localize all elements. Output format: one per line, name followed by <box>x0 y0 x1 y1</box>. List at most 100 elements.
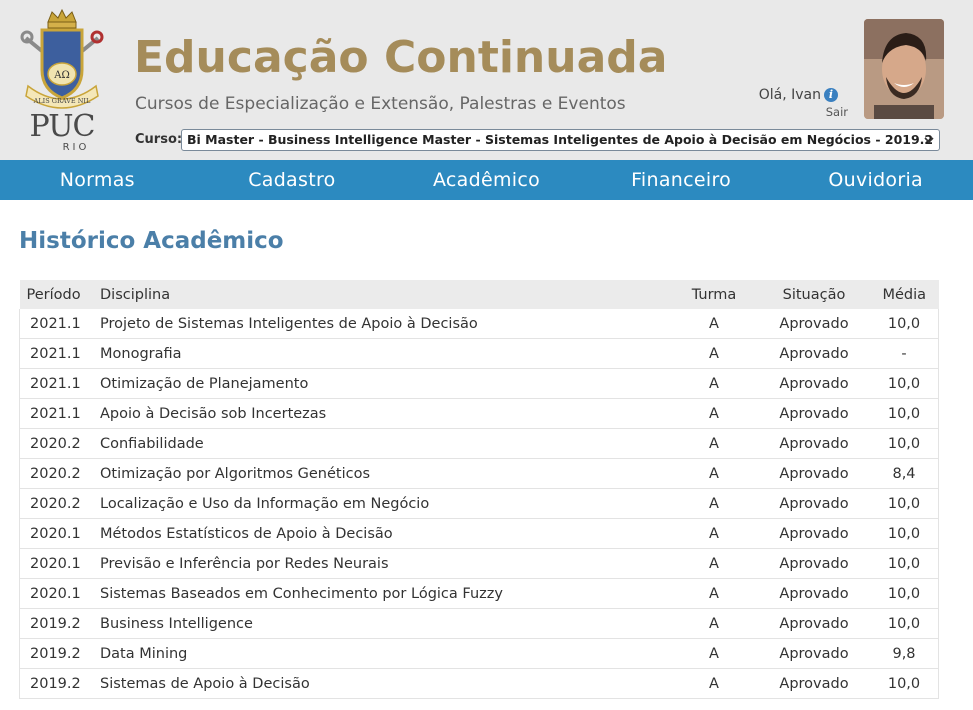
avatar <box>864 19 944 119</box>
cell-situacao: Aprovado <box>758 309 870 339</box>
course-select[interactable]: Bi Master - Business Intelligence Master… <box>181 129 940 151</box>
cell-situacao: Aprovado <box>758 338 870 369</box>
cell-turma: A <box>670 548 758 579</box>
nav-academico[interactable]: Acadêmico <box>389 160 584 200</box>
grades-body: 2021.1 Projeto de Sistemas Inteligentes d… <box>19 309 939 699</box>
cell-disciplina: Sistemas de Apoio à Decisão <box>100 668 670 699</box>
info-icon[interactable]: i <box>824 88 838 102</box>
cell-media: - <box>870 338 939 369</box>
cell-situacao: Aprovado <box>758 668 870 699</box>
puc-rio-logo[interactable]: AΩ ALIS GRAVE NIL PUC RIO <box>18 8 106 153</box>
logo-text: PUC <box>29 109 96 144</box>
cell-turma: A <box>670 398 758 429</box>
cell-situacao: Aprovado <box>758 428 870 459</box>
cell-disciplina: Métodos Estatísticos de Apoio à Decisão <box>100 518 670 549</box>
table-row: 2020.1 Previsão e Inferência por Redes Ne… <box>19 548 939 579</box>
cell-situacao: Aprovado <box>758 458 870 489</box>
table-row: 2021.1 Otimização de Planejamento A Aprovad… <box>19 368 939 399</box>
nav-cadastro[interactable]: Cadastro <box>195 160 390 200</box>
table-row: 2021.1 Monografia A Aprovado - <box>19 338 939 369</box>
cell-media: 10,0 <box>870 428 939 459</box>
cell-disciplina: Projeto de Sistemas Inteligentes de Apoi… <box>100 309 670 339</box>
cell-turma: A <box>670 668 758 699</box>
user-photo <box>864 19 944 119</box>
cell-periodo: 2020.2 <box>19 428 100 459</box>
site-title[interactable]: Educação Continuada <box>134 32 667 84</box>
nav-normas[interactable]: Normas <box>0 160 195 200</box>
cell-turma: A <box>670 309 758 339</box>
cell-turma: A <box>670 368 758 399</box>
cell-disciplina: Previsão e Inferência por Redes Neurais <box>100 548 670 579</box>
table-row: 2020.1 Métodos Estatísticos de Apoio à De… <box>19 518 939 549</box>
user-greeting: Olá, Ivan i <box>759 87 838 103</box>
cell-media: 10,0 <box>870 578 939 609</box>
cell-situacao: Aprovado <box>758 578 870 609</box>
logo-subtext: RIO <box>62 142 90 153</box>
cell-periodo: 2021.1 <box>19 338 100 369</box>
cell-periodo: 2019.2 <box>19 668 100 699</box>
cell-periodo: 2021.1 <box>19 368 100 399</box>
table-row: 2021.1 Projeto de Sistemas Inteligentes d… <box>19 309 939 339</box>
cell-media: 10,0 <box>870 518 939 549</box>
cell-media: 9,8 <box>870 638 939 669</box>
cell-disciplina: Localização e Uso da Informação em Negóc… <box>100 488 670 519</box>
cell-periodo: 2020.1 <box>19 518 100 549</box>
header-periodo: Período <box>19 280 100 309</box>
cell-disciplina: Sistemas Baseados em Conhecimento por Ló… <box>100 578 670 609</box>
cell-turma: A <box>670 518 758 549</box>
cell-periodo: 2021.1 <box>19 398 100 429</box>
cell-turma: A <box>670 578 758 609</box>
cell-situacao: Aprovado <box>758 368 870 399</box>
cell-periodo: 2019.2 <box>19 638 100 669</box>
cell-situacao: Aprovado <box>758 398 870 429</box>
header-disciplina: Disciplina <box>100 280 670 309</box>
course-label: Curso: <box>135 132 183 147</box>
grades-table: Período Disciplina Turma Situação Média … <box>19 280 939 699</box>
table-row: 2021.1 Apoio à Decisão sob Incertezas A Apr… <box>19 398 939 429</box>
site-subtitle: Cursos de Especialização e Extensão, Pal… <box>135 94 626 114</box>
cell-situacao: Aprovado <box>758 548 870 579</box>
cell-periodo: 2020.1 <box>19 548 100 579</box>
table-row: 2019.2 Business Intelligence A Aprovado 10,0 <box>19 608 939 639</box>
table-row: 2020.2 Otimização por Algoritmos Genético… <box>19 458 939 489</box>
cell-disciplina: Apoio à Decisão sob Incertezas <box>100 398 670 429</box>
cell-periodo: 2019.2 <box>19 608 100 639</box>
header-turma: Turma <box>670 280 758 309</box>
cell-media: 10,0 <box>870 398 939 429</box>
cell-situacao: Aprovado <box>758 638 870 669</box>
logout-link[interactable]: Sair <box>826 105 848 119</box>
table-row: 2019.2 Data Mining A Aprovado 9,8 <box>19 638 939 669</box>
main-nav: Normas Cadastro Acadêmico Financeiro Ouv… <box>0 160 973 200</box>
cell-turma: A <box>670 338 758 369</box>
cell-turma: A <box>670 458 758 489</box>
cell-disciplina: Data Mining <box>100 638 670 669</box>
cell-disciplina: Otimização por Algoritmos Genéticos <box>100 458 670 489</box>
table-row: 2019.2 Sistemas de Apoio à Decisão A Aprova… <box>19 668 939 699</box>
cell-media: 10,0 <box>870 548 939 579</box>
cell-disciplina: Monografia <box>100 338 670 369</box>
cell-media: 10,0 <box>870 309 939 339</box>
table-row: 2020.2 Localização e Uso da Informação em… <box>19 488 939 519</box>
greeting-text: Olá, Ivan <box>758 87 821 103</box>
svg-text:AΩ: AΩ <box>53 70 70 81</box>
table-row: 2020.1 Sistemas Baseados em Conhecimento … <box>19 578 939 609</box>
nav-ouvidoria[interactable]: Ouvidoria <box>778 160 973 200</box>
chevron-down-icon <box>924 137 934 144</box>
cell-periodo: 2021.1 <box>19 309 100 339</box>
table-row: 2020.2 Confiabilidade A Aprovado 10,0 <box>19 428 939 459</box>
page-title: Histórico Acadêmico <box>19 228 284 254</box>
cell-turma: A <box>670 608 758 639</box>
cell-disciplina: Otimização de Planejamento <box>100 368 670 399</box>
coat-of-arms-icon: AΩ ALIS GRAVE NIL <box>20 8 104 109</box>
header-situacao: Situação <box>758 280 870 309</box>
table-header-row: Período Disciplina Turma Situação Média <box>19 280 939 309</box>
nav-financeiro[interactable]: Financeiro <box>584 160 779 200</box>
cell-turma: A <box>670 638 758 669</box>
svg-text:ALIS GRAVE NIL: ALIS GRAVE NIL <box>33 97 91 105</box>
cell-media: 10,0 <box>870 368 939 399</box>
cell-turma: A <box>670 428 758 459</box>
cell-media: 10,0 <box>870 668 939 699</box>
cell-situacao: Aprovado <box>758 518 870 549</box>
cell-situacao: Aprovado <box>758 488 870 519</box>
cell-periodo: 2020.2 <box>19 488 100 519</box>
